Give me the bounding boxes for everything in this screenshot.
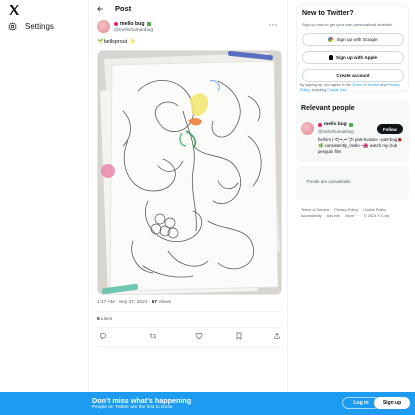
follow-button[interactable]: Follow bbox=[377, 124, 403, 134]
leaf-icon bbox=[146, 22, 151, 26]
views-label: Views bbox=[158, 300, 172, 305]
post-column: Post mello bug @mellohumanbug 🌱bellsprou… bbox=[88, 0, 288, 392]
post-text: 🌱bellsprout ✨ bbox=[97, 39, 136, 45]
leaf-icon bbox=[348, 122, 353, 127]
bottom-bar-title: Don’t miss what’s happening bbox=[92, 396, 192, 405]
post-header: Post bbox=[89, 0, 289, 16]
relevant-people-card: Relevant people mello bug @mellohumanbug… bbox=[296, 100, 409, 162]
reply-icon[interactable] bbox=[99, 332, 107, 340]
page-title: Post bbox=[115, 4, 132, 13]
views-count: 67 bbox=[151, 300, 158, 305]
footer-link-more[interactable]: More ··· bbox=[345, 214, 359, 218]
avatar[interactable] bbox=[97, 20, 110, 33]
footer-link-ads[interactable]: Ads info bbox=[327, 214, 341, 218]
signup-terms: By signing up, you agree to the Terms of… bbox=[300, 83, 410, 93]
signup-subtitle: Sign up now to get your own personalized… bbox=[302, 22, 393, 27]
author-name[interactable]: mello bug bbox=[114, 21, 151, 27]
footer-copyright: © 2023 X Corp. bbox=[363, 213, 391, 218]
more-options-icon[interactable] bbox=[269, 23, 277, 27]
bottom-bar-subtitle: People on Twitter are the first to know. bbox=[92, 405, 174, 410]
author-handle[interactable]: @mellohumanbug bbox=[114, 28, 153, 33]
red-dot-icon bbox=[114, 22, 118, 26]
nav-settings-item[interactable]: Settings bbox=[8, 22, 54, 31]
google-signup-label: Sign up with Google bbox=[336, 37, 378, 42]
share-icon[interactable] bbox=[273, 332, 281, 340]
settings-label: Settings bbox=[25, 22, 54, 31]
apple-signup-button[interactable]: Sign up with Apple bbox=[302, 51, 404, 64]
trends-unavailable-text: Trends are unavailable. bbox=[306, 179, 352, 184]
red-dot-icon bbox=[318, 122, 322, 127]
relevant-person-name[interactable]: mello bug bbox=[318, 122, 353, 127]
relevant-person-name-text: mello bug bbox=[324, 122, 347, 127]
post-image[interactable] bbox=[97, 50, 282, 295]
divider bbox=[97, 311, 282, 312]
terms-link[interactable]: Terms of Service bbox=[352, 83, 379, 87]
relevant-person-bio: he/him | ᕙ(⇀‸↼‶)ᕗ part-human---part-bug🐞… bbox=[318, 137, 403, 154]
back-arrow-icon[interactable] bbox=[96, 5, 104, 13]
relevant-person-handle[interactable]: @mellohumanbug bbox=[318, 129, 354, 134]
signup-title: New to Twitter? bbox=[302, 10, 354, 17]
create-account-label: Create account bbox=[336, 73, 370, 78]
author-name-text: mello bug bbox=[120, 21, 145, 27]
apple-signup-label: Sign up with Apple bbox=[335, 55, 378, 60]
footer-links: Terms of Service Privacy Policy Cookie P… bbox=[301, 208, 409, 219]
right-sidebar: New to Twitter? Sign up now to get your … bbox=[296, 0, 411, 392]
gear-icon bbox=[8, 22, 17, 31]
cookie-use-link[interactable]: Cookie Use bbox=[327, 88, 346, 92]
footer-link-cookie[interactable]: Cookie Policy bbox=[363, 208, 386, 212]
avatar[interactable] bbox=[301, 122, 314, 135]
bottom-signup-bar: Don’t miss what’s happening People on Tw… bbox=[0, 392, 415, 415]
create-account-button[interactable]: Create account bbox=[302, 69, 404, 82]
repost-icon[interactable] bbox=[149, 332, 157, 340]
left-nav: Settings bbox=[0, 0, 88, 392]
signup-button[interactable]: Sign up bbox=[374, 397, 410, 409]
footer-link-terms[interactable]: Terms of Service bbox=[301, 208, 329, 212]
footer-link-accessibility[interactable]: Accessibility bbox=[301, 214, 322, 218]
likes-stat[interactable]: 5 Likes bbox=[97, 317, 112, 322]
google-icon bbox=[328, 37, 334, 42]
post-author: mello bug @mellohumanbug bbox=[97, 20, 283, 36]
post-meta: 1:47 AM · Sep 27, 2023 · 67 Views bbox=[97, 300, 172, 305]
signup-card: New to Twitter? Sign up now to get your … bbox=[296, 4, 409, 92]
apple-icon bbox=[328, 55, 333, 60]
divider bbox=[97, 327, 282, 328]
footer-link-privacy[interactable]: Privacy Policy bbox=[334, 208, 358, 212]
post-actions bbox=[97, 332, 282, 342]
likes-label: Likes bbox=[101, 317, 113, 322]
post-time[interactable]: 1:47 AM · Sep 27, 2023 bbox=[97, 300, 147, 305]
trends-card: Trends are unavailable. bbox=[296, 166, 409, 200]
terms-text: . bbox=[346, 87, 348, 92]
like-icon[interactable] bbox=[195, 332, 203, 340]
x-logo-icon[interactable] bbox=[8, 4, 20, 16]
google-signup-button[interactable]: Sign up with Google bbox=[302, 33, 404, 46]
relevant-people-title: Relevant people bbox=[301, 105, 355, 112]
divider bbox=[97, 346, 282, 347]
bookmark-icon[interactable] bbox=[235, 332, 243, 340]
drawing-photo bbox=[98, 51, 281, 294]
likes-count: 5 bbox=[97, 317, 100, 322]
terms-text: , including bbox=[309, 87, 328, 92]
terms-text: By signing up, you agree to the bbox=[300, 83, 352, 87]
